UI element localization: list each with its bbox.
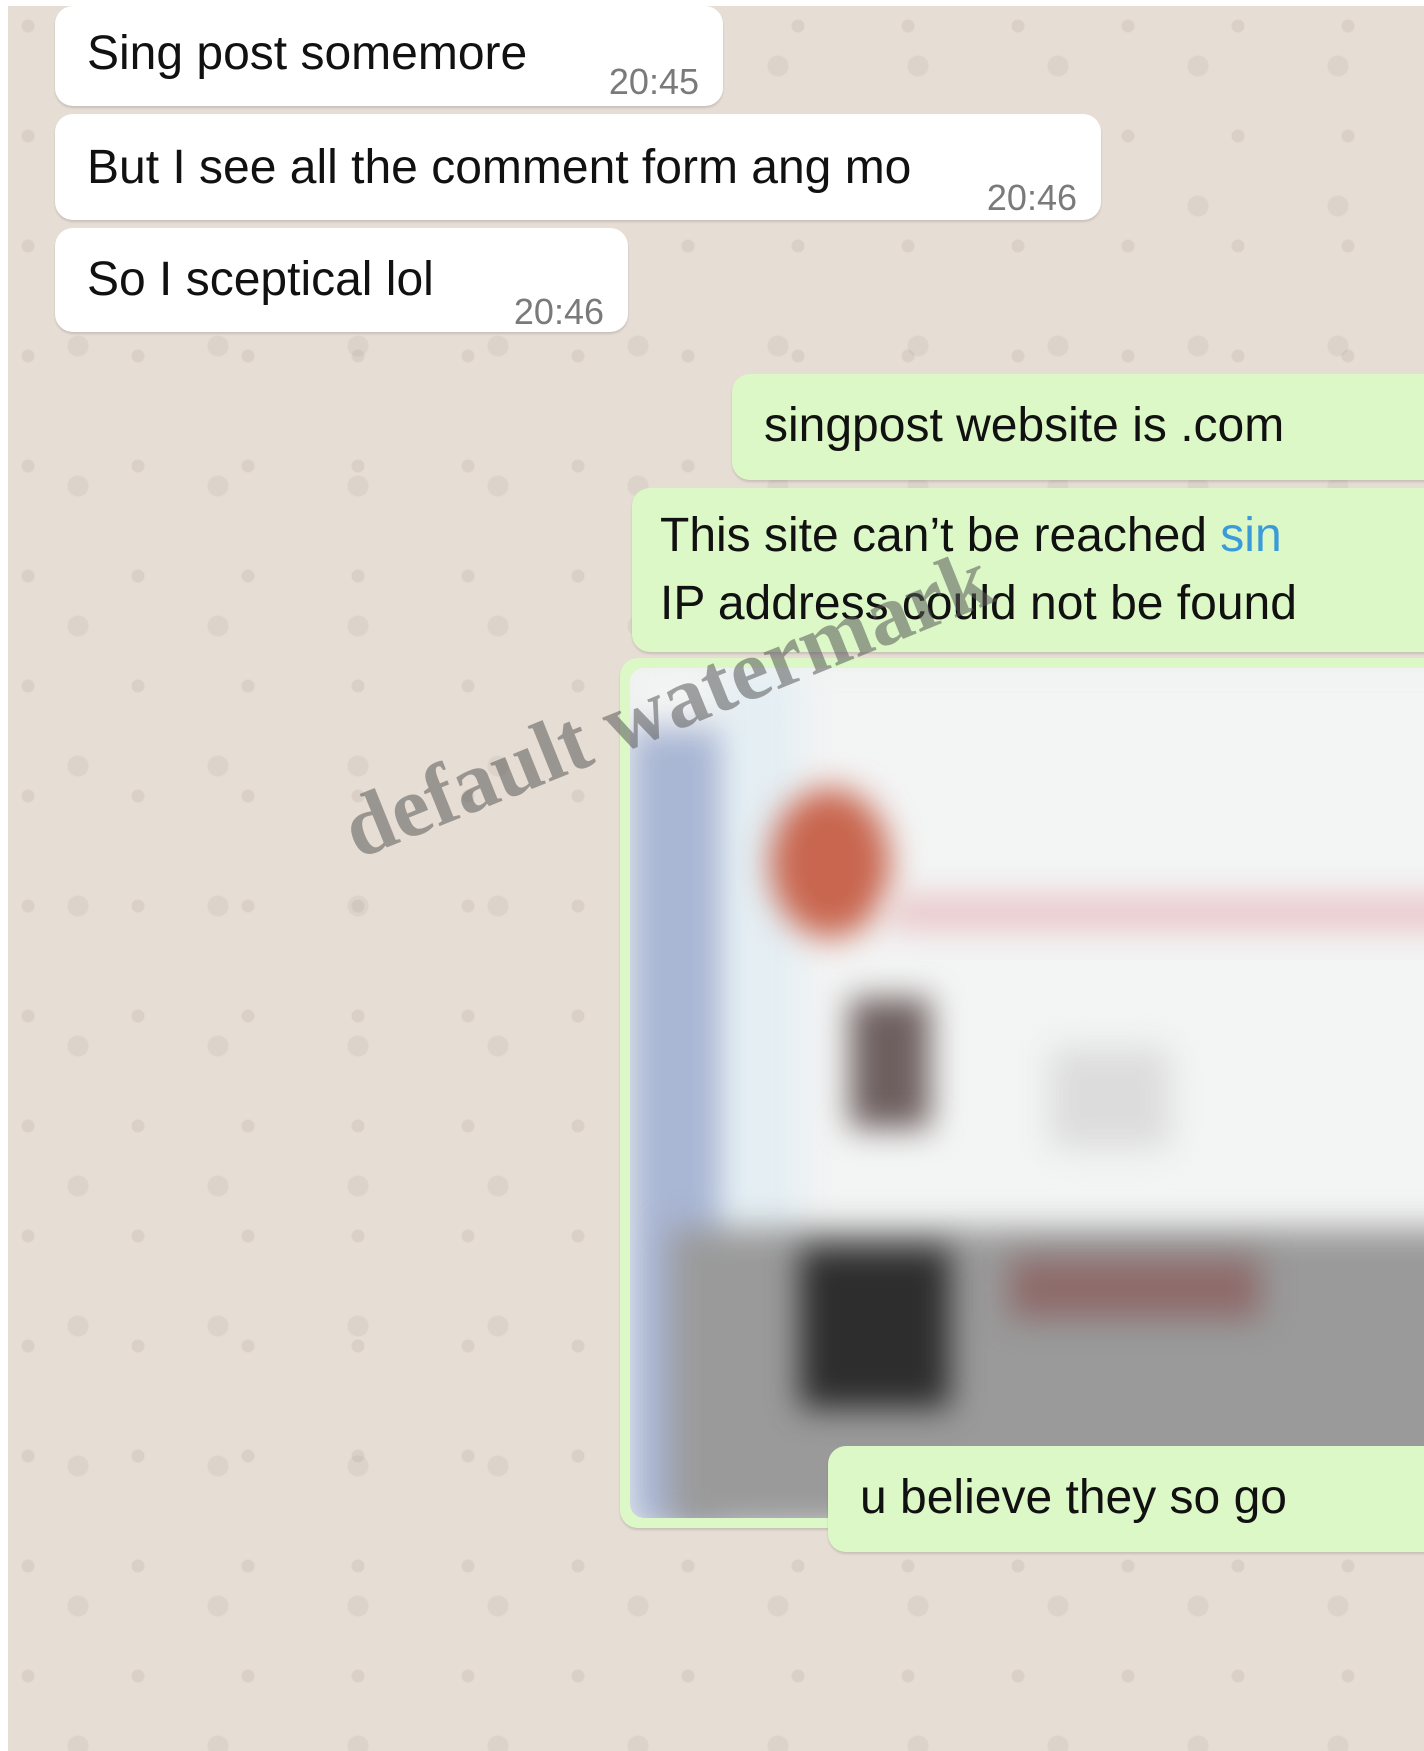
message-time: 20:45 bbox=[608, 61, 699, 102]
chat-panel[interactable]: Sing post somemore 20:45 But I see all t… bbox=[8, 6, 1424, 1751]
message-text: Sing post somemore bbox=[87, 27, 528, 80]
message-text: So I sceptical lol bbox=[87, 253, 434, 306]
outgoing-message[interactable]: singpost website is .com bbox=[732, 374, 1424, 480]
message-text: But I see all the comment form ang mo bbox=[87, 141, 912, 194]
image-message[interactable] bbox=[620, 658, 1424, 1528]
incoming-message[interactable]: But I see all the comment form ang mo 20… bbox=[55, 114, 1101, 220]
message-text: u believe they so go bbox=[860, 1471, 1287, 1524]
incoming-message[interactable]: So I sceptical lol 20:46 bbox=[55, 228, 628, 332]
shared-image[interactable] bbox=[630, 668, 1424, 1518]
outgoing-message[interactable]: u believe they so go bbox=[828, 1446, 1424, 1552]
incoming-message[interactable]: Sing post somemore 20:45 bbox=[55, 6, 723, 106]
message-time: 20:46 bbox=[513, 291, 604, 332]
message-time: 20:46 bbox=[986, 177, 1077, 218]
message-text: singpost website is .com bbox=[764, 399, 1285, 452]
message-link[interactable]: sin bbox=[1220, 509, 1281, 562]
